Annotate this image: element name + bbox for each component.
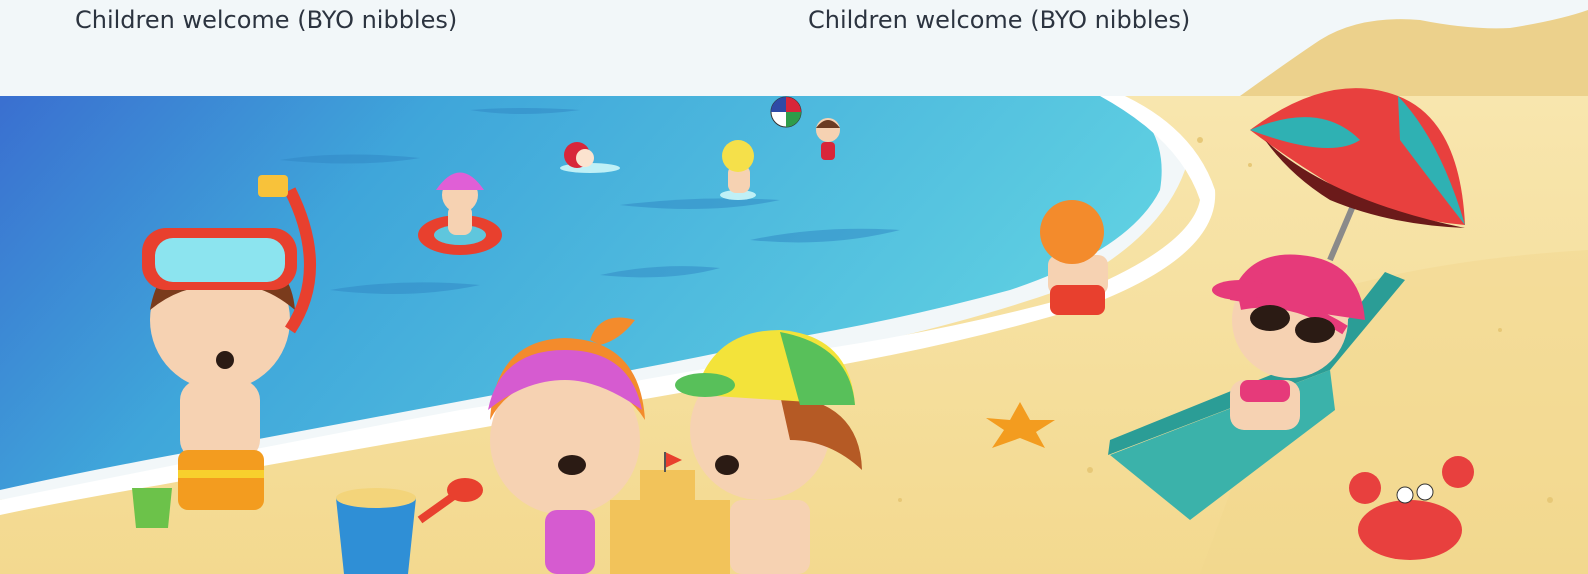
dune-top-right bbox=[1240, 10, 1588, 96]
beach-scene-illustration bbox=[0, 10, 1588, 574]
beach-ball bbox=[770, 96, 802, 128]
green-bucket bbox=[132, 488, 172, 528]
